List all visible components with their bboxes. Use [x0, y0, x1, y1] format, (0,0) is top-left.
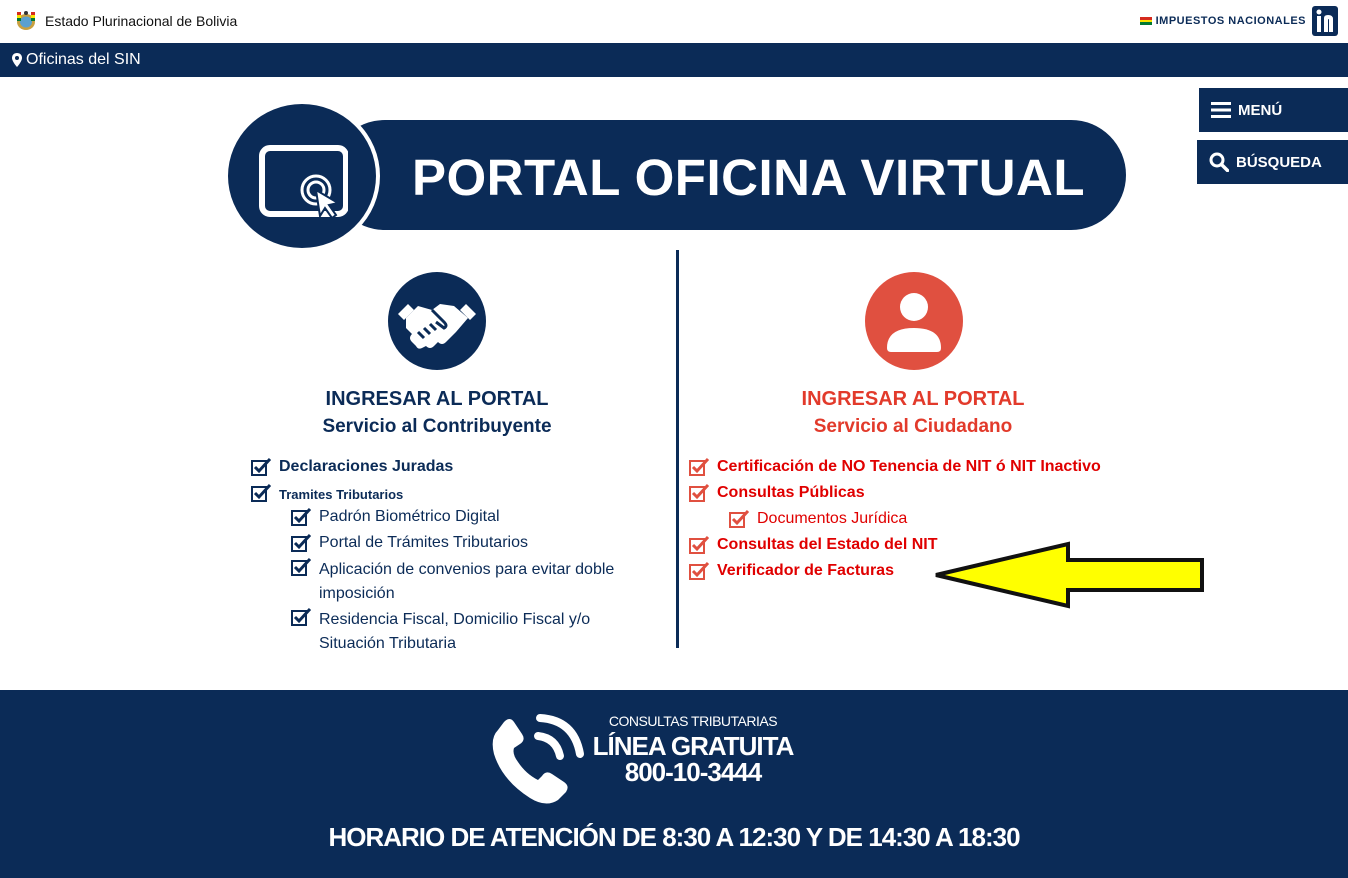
- banner-icon-circle: [224, 100, 380, 252]
- sin-mark-icon: [1312, 6, 1338, 36]
- business-hours: HORARIO DE ATENCIÓN DE 8:30 A 12:30 Y DE…: [328, 822, 1020, 852]
- list-item-verificador-facturas[interactable]: Verificador de Facturas: [689, 562, 894, 580]
- phone-number[interactable]: 800-10-3444: [580, 757, 806, 788]
- column-divider: [676, 250, 679, 648]
- list-item-residencia[interactable]: Residencia Fiscal, Domicilio Fiscal y/o …: [291, 608, 649, 656]
- menu-label: MENÚ: [1238, 101, 1283, 119]
- checkbox-icon: [689, 562, 709, 580]
- list-item-convenios[interactable]: Aplicación de convenios para evitar dobl…: [291, 558, 649, 606]
- user-icon: [887, 293, 941, 352]
- search-button[interactable]: BÚSQUEDA: [1197, 140, 1348, 184]
- virtual-office-icon: [259, 145, 348, 220]
- portal-title: PORTAL OFICINA VIRTUAL: [412, 149, 1086, 206]
- checkbox-icon: [291, 558, 311, 576]
- list-item-tramites[interactable]: Tramites Tributarios: [251, 484, 403, 502]
- contribuyente-title[interactable]: INGRESAR AL PORTAL: [237, 388, 637, 411]
- user-icon-circle[interactable]: [865, 272, 963, 370]
- item-label: Consultas del Estado del NIT: [717, 536, 938, 553]
- checkbox-icon: [291, 508, 311, 526]
- bolivia-seal-icon: [17, 11, 35, 30]
- search-icon: [1209, 152, 1229, 172]
- phone-icon: [492, 714, 584, 804]
- item-label: Verificador de Facturas: [717, 562, 894, 579]
- checkbox-icon: [251, 458, 271, 476]
- list-item-estado-nit[interactable]: Consultas del Estado del NIT: [689, 536, 937, 554]
- menu-button[interactable]: MENÚ: [1199, 88, 1348, 132]
- ciudadano-title[interactable]: INGRESAR AL PORTAL: [713, 388, 1113, 411]
- item-label: Residencia Fiscal, Domicilio Fiscal y/o …: [319, 611, 591, 652]
- list-item-documentos-juridica[interactable]: Documentos Jurídica: [729, 510, 907, 528]
- item-label: Portal de Trámites Tributarios: [319, 534, 528, 551]
- item-label: Certificación de NO Tenencia de NIT ó NI…: [717, 458, 1101, 475]
- checkbox-icon: [689, 458, 709, 476]
- item-label: Consultas Públicas: [717, 484, 865, 501]
- list-item-portal-tramites[interactable]: Portal de Trámites Tributarios: [291, 534, 528, 552]
- item-label: Tramites Tributarios: [279, 487, 404, 502]
- item-label: Padrón Biométrico Digital: [319, 508, 500, 525]
- checkbox-icon: [689, 536, 709, 554]
- list-item-consultas-publicas[interactable]: Consultas Públicas: [689, 484, 865, 502]
- offices-bar: Oficinas del SIN: [0, 43, 1348, 77]
- sin-logo[interactable]: IMPUESTOS NACIONALES: [1139, 6, 1338, 36]
- consultas-label: CONSULTAS TRIBUTARIAS: [608, 713, 778, 729]
- map-pin-icon: [12, 53, 22, 67]
- item-label: Declaraciones Juradas: [279, 458, 454, 475]
- list-item-padron[interactable]: Padrón Biométrico Digital: [291, 508, 500, 526]
- item-label: Documentos Jurídica: [757, 510, 908, 527]
- item-label: Aplicación de convenios para evitar dobl…: [319, 561, 615, 602]
- list-item-certificacion[interactable]: Certificación de NO Tenencia de NIT ó NI…: [689, 458, 1101, 476]
- offices-link[interactable]: Oficinas del SIN: [12, 51, 141, 69]
- footer: CONSULTAS TRIBUTARIAS LÍNEA GRATUITA 800…: [0, 690, 1348, 878]
- hamburger-menu-icon: [1211, 102, 1231, 118]
- logo-text: IMPUESTOS NACIONALES: [1155, 15, 1306, 27]
- state-brand[interactable]: Estado Plurinacional de Bolivia: [14, 10, 237, 32]
- arrow-pointer-icon: [935, 541, 1204, 609]
- checkbox-icon: [729, 510, 749, 528]
- handshake-icon: [398, 304, 476, 349]
- checkbox-icon: [291, 534, 311, 552]
- checkbox-icon: [251, 484, 271, 502]
- state-name: Estado Plurinacional de Bolivia: [45, 13, 238, 29]
- contribuyente-subtitle[interactable]: Servicio al Contribuyente: [237, 416, 637, 438]
- search-label: BÚSQUEDA: [1236, 153, 1322, 171]
- checkbox-icon: [291, 608, 311, 626]
- bolivia-flag-icon: [1139, 17, 1152, 26]
- offices-label: Oficinas del SIN: [26, 51, 141, 68]
- handshake-icon-circle[interactable]: [388, 272, 486, 370]
- list-item-declaraciones[interactable]: Declaraciones Juradas: [251, 458, 453, 476]
- checkbox-icon: [689, 484, 709, 502]
- ciudadano-subtitle[interactable]: Servicio al Ciudadano: [713, 416, 1113, 438]
- top-bar: Estado Plurinacional de Bolivia IMPUESTO…: [0, 0, 1348, 43]
